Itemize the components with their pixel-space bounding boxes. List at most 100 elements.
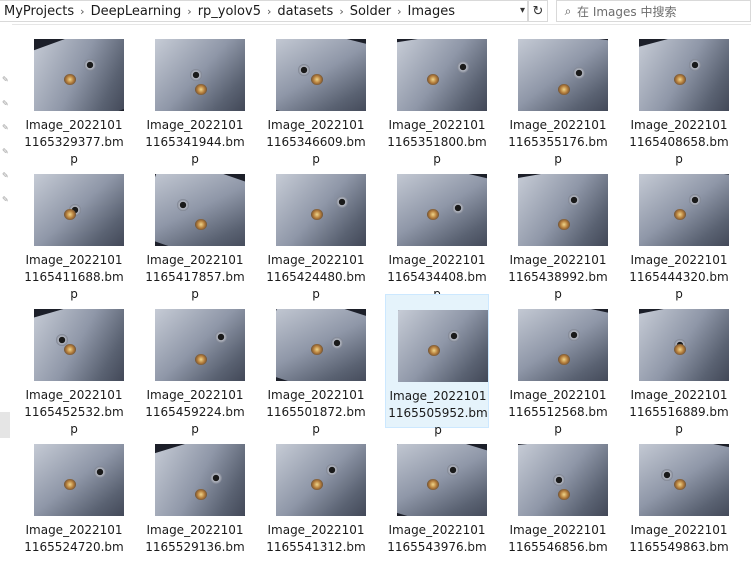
image-thumbnail xyxy=(34,309,124,381)
file-name: Image_2022101 1165541312.bm xyxy=(266,522,366,556)
breadcrumb-rp-yolov5[interactable]: rp_yolov5 xyxy=(194,4,265,19)
file-item[interactable]: Image_2022101 1165444320.bm p xyxy=(627,159,731,301)
image-thumbnail xyxy=(155,309,245,381)
address-toolbar: MyProjects › DeepLearning › rp_yolov5 › … xyxy=(0,0,751,25)
image-thumbnail xyxy=(639,444,729,516)
image-thumbnail xyxy=(155,174,245,246)
file-name-line: Image_2022101 xyxy=(389,389,487,403)
file-item[interactable]: Image_2022101 1165501872.bm p xyxy=(264,294,368,436)
breadcrumb-myprojects[interactable]: MyProjects xyxy=(0,4,78,19)
file-name-line: Image_2022101 xyxy=(267,388,365,402)
breadcrumb-images[interactable]: Images xyxy=(404,4,460,19)
file-item[interactable]: Image_2022101 1165543976.bm xyxy=(385,429,489,563)
file-name-line: Image_2022101 xyxy=(267,118,365,132)
image-thumbnail xyxy=(639,39,729,111)
breadcrumb-datasets[interactable]: datasets xyxy=(273,4,337,19)
file-name-line: 1165424480.bm xyxy=(266,270,366,284)
chevron-right-icon[interactable]: › xyxy=(337,5,345,18)
file-name: Image_2022101 1165524720.bm xyxy=(24,522,124,556)
chevron-right-icon[interactable]: › xyxy=(78,5,86,18)
chevron-right-icon[interactable]: › xyxy=(395,5,403,18)
file-name-line: Image_2022101 xyxy=(388,523,486,537)
image-thumbnail xyxy=(518,444,608,516)
chevron-down-icon[interactable]: ▾ xyxy=(520,5,525,16)
file-item[interactable]: Image_2022101 1165505952.bm p xyxy=(385,294,489,437)
file-item[interactable]: Image_2022101 1165516889.bm p xyxy=(627,294,731,436)
file-item[interactable]: Image_2022101 1165524720.bm xyxy=(22,429,126,563)
file-name-line: Image_2022101 xyxy=(630,523,728,537)
file-name: Image_2022101 1165529136.bm xyxy=(145,522,245,556)
file-name-line: Image_2022101 xyxy=(509,118,607,132)
file-name-line: 1165452532.bm xyxy=(24,405,124,419)
file-item[interactable]: Image_2022101 1165411688.bm p xyxy=(22,159,126,301)
file-name-line: 1165512568.bm xyxy=(508,405,608,419)
file-name-line: 1165411688.bm xyxy=(24,270,124,284)
file-item[interactable]: Image_2022101 1165546856.bm xyxy=(506,429,610,563)
file-name-line: Image_2022101 xyxy=(25,253,123,267)
file-name-line: Image_2022101 xyxy=(146,523,244,537)
file-item[interactable]: Image_2022101 1165417857.bm p xyxy=(143,159,247,301)
file-name-line: Image_2022101 xyxy=(267,523,365,537)
file-name-line: Image_2022101 xyxy=(630,253,728,267)
file-item[interactable]: Image_2022101 1165529136.bm xyxy=(143,429,247,563)
file-name-line: 1165541312.bm xyxy=(266,540,366,554)
file-item[interactable]: Image_2022101 1165346609.bm p xyxy=(264,24,368,166)
file-name-line: 1165549863.bm xyxy=(629,540,729,554)
file-name-line: Image_2022101 xyxy=(25,118,123,132)
breadcrumb-solder[interactable]: Solder xyxy=(346,4,395,19)
file-name-line: 1165516889.bm xyxy=(629,405,729,419)
search-icon: ⌕ xyxy=(564,3,572,18)
refresh-icon: ↻ xyxy=(532,3,544,19)
file-name-line: Image_2022101 xyxy=(146,253,244,267)
file-name-line: 1165329377.bm xyxy=(24,135,124,149)
image-thumbnail xyxy=(34,39,124,111)
breadcrumb-deeplearning[interactable]: DeepLearning xyxy=(87,4,186,19)
file-item[interactable]: Image_2022101 1165438992.bm p xyxy=(506,159,610,301)
image-thumbnail xyxy=(639,174,729,246)
file-name: Image_2022101 1165543976.bm xyxy=(387,522,487,556)
file-item[interactable]: Image_2022101 1165512568.bm p xyxy=(506,294,610,436)
search-input[interactable]: ⌕ 在 Images 中搜索 xyxy=(556,0,751,22)
image-thumbnail xyxy=(639,309,729,381)
image-thumbnail xyxy=(518,174,608,246)
chevron-right-icon[interactable]: › xyxy=(185,5,193,18)
file-name-line: 1165505952.bm xyxy=(388,406,488,420)
image-thumbnail xyxy=(518,39,608,111)
file-item[interactable]: Image_2022101 1165452532.bm p xyxy=(22,294,126,436)
file-item[interactable]: Image_2022101 1165351800.bm p xyxy=(385,24,489,166)
file-name-line: 1165524720.bm xyxy=(24,540,124,554)
file-name-line: 1165546856.bm xyxy=(508,540,608,554)
file-name-line: 1165459224.bm xyxy=(145,405,245,419)
address-bar[interactable]: MyProjects › DeepLearning › rp_yolov5 › … xyxy=(0,0,528,22)
file-name-line: Image_2022101 xyxy=(388,118,486,132)
file-name-line: Image_2022101 xyxy=(509,388,607,402)
chevron-right-icon[interactable]: › xyxy=(265,5,273,18)
image-thumbnail xyxy=(397,444,487,516)
file-item[interactable]: Image_2022101 1165341944.bm p xyxy=(143,24,247,166)
image-thumbnail xyxy=(155,39,245,111)
file-item[interactable]: Image_2022101 1165549863.bm xyxy=(627,429,731,563)
file-item[interactable]: Image_2022101 1165329377.bm p xyxy=(22,24,126,166)
file-name: Image_2022101 1165549863.bm xyxy=(629,522,729,556)
file-name-line: Image_2022101 xyxy=(25,523,123,537)
file-item[interactable]: Image_2022101 1165541312.bm xyxy=(264,429,368,563)
file-item[interactable]: Image_2022101 1165355176.bm p xyxy=(506,24,610,166)
file-name-line: Image_2022101 xyxy=(630,118,728,132)
image-thumbnail xyxy=(398,310,488,382)
file-name-line: 1165444320.bm xyxy=(629,270,729,284)
file-item[interactable]: Image_20221011165434408.bmp xyxy=(385,159,489,301)
file-name-line: 1165417857.bm xyxy=(145,270,245,284)
image-thumbnail xyxy=(276,39,366,111)
image-thumbnail xyxy=(155,444,245,516)
file-item[interactable]: Image_2022101 1165408658.bm p xyxy=(627,24,731,166)
image-thumbnail xyxy=(518,309,608,381)
file-name: Image_2022101 1165546856.bm xyxy=(508,522,608,556)
file-item[interactable]: Image_2022101 1165459224.bm p xyxy=(143,294,247,436)
image-thumbnail xyxy=(397,39,487,111)
file-name-line: 1165501872.bm xyxy=(266,405,366,419)
refresh-button[interactable]: ↻ xyxy=(528,0,548,22)
file-name-line: 1165543976.bm xyxy=(387,540,487,554)
file-name-line: Image_2022101 xyxy=(630,388,728,402)
file-name-line: Image_2022101 xyxy=(509,253,607,267)
file-item[interactable]: Image_2022101 1165424480.bm p xyxy=(264,159,368,301)
